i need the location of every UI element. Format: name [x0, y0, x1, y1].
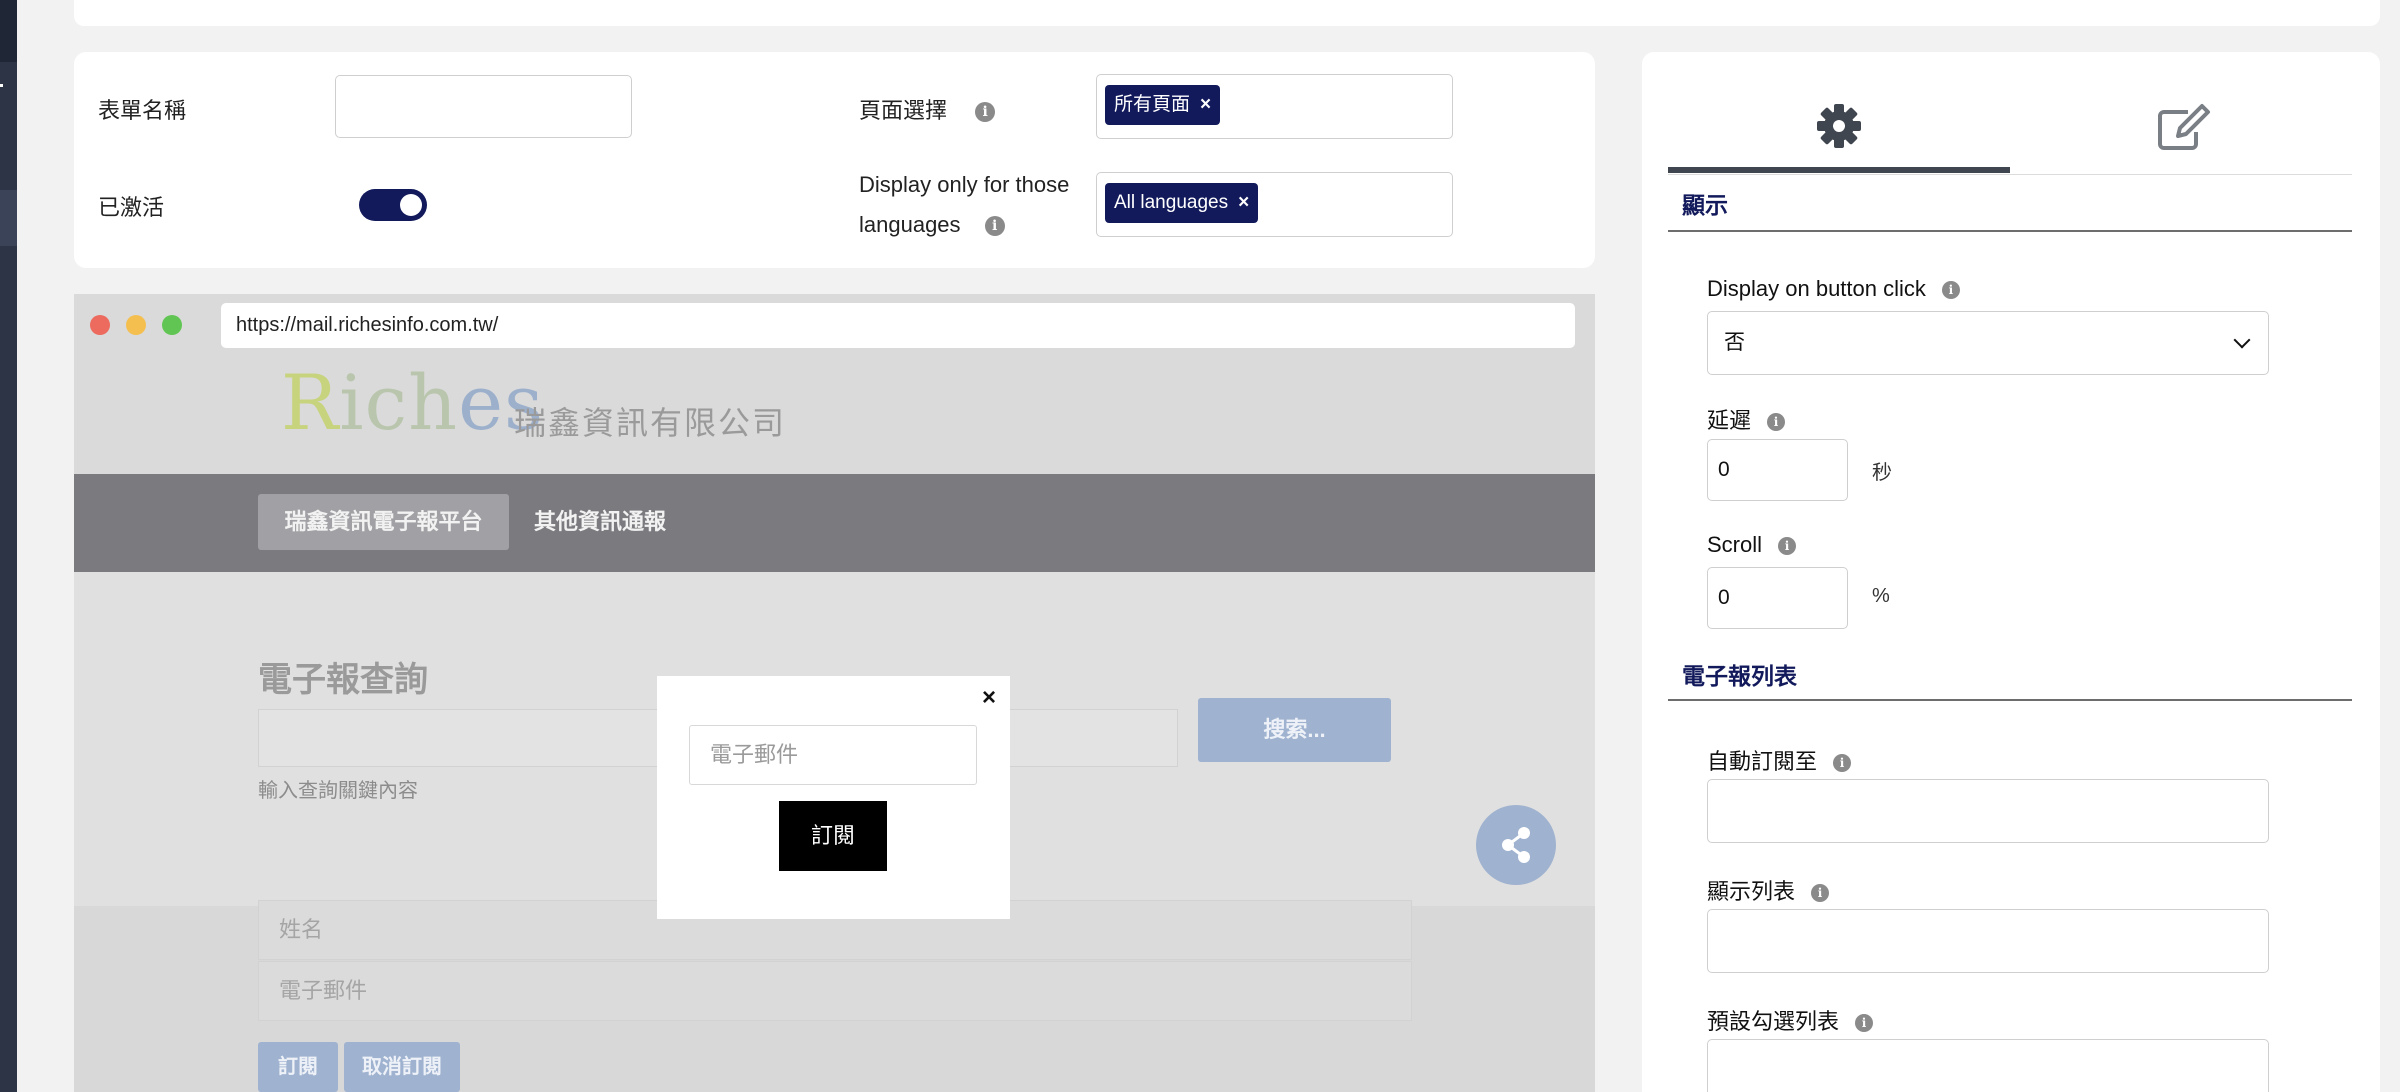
info-icon[interactable]: i — [1778, 537, 1797, 556]
show-list-input[interactable] — [1707, 909, 2269, 973]
scroll-input[interactable]: 0 — [1707, 567, 1848, 629]
page-tag: 所有頁面 × — [1105, 85, 1221, 125]
section-divider — [1668, 699, 2352, 701]
tab-settings[interactable] — [1668, 96, 2010, 168]
language-label-line2: languages — [859, 212, 961, 237]
language-label-line2-row: languages i — [859, 205, 1069, 245]
rail-active-item[interactable] — [0, 190, 17, 246]
nav-item-newsletter-platform[interactable]: 瑞鑫資訊電子報平台 — [258, 494, 509, 550]
auto-subscribe-label-text: 自動訂閱至 — [1707, 749, 1818, 774]
delay-label: 延遲 i — [1707, 403, 1786, 435]
info-icon[interactable]: i — [975, 102, 996, 123]
form-name-input[interactable] — [335, 75, 632, 138]
auto-subscribe-input[interactable] — [1707, 779, 2269, 843]
top-card — [74, 0, 2380, 26]
info-icon[interactable]: i — [1767, 413, 1786, 432]
site-logo: Riches — [281, 358, 544, 447]
settings-panel: 顯示 Display on button click i 否 延遲 i 0 秒 Sc… — [1642, 52, 2380, 1092]
toggle-knob — [400, 194, 422, 216]
delay-label-text: 延遲 — [1707, 408, 1752, 433]
rail-marker — [0, 84, 3, 87]
default-checked-label-text: 預設勾選列表 — [1707, 1009, 1840, 1034]
language-tag-label: All languages — [1114, 192, 1229, 213]
info-icon[interactable]: i — [984, 216, 1005, 237]
logo-r: R — [281, 358, 340, 447]
subscribe-popup: × 電子郵件 訂閱 — [657, 676, 1010, 919]
page-select-input[interactable]: 所有頁面 × — [1096, 74, 1453, 139]
info-icon[interactable]: i — [1941, 281, 1960, 300]
show-list-label: 顯示列表 i — [1707, 874, 1830, 906]
section-divider — [1668, 230, 2352, 232]
language-label: Display only for those languages i — [859, 165, 1069, 245]
site-email-input[interactable]: 電子郵件 — [258, 961, 1412, 1021]
button-click-label: Display on button click i — [1707, 276, 1960, 302]
browser-chrome: https://mail.richesinfo.com.tw/ — [74, 294, 1595, 358]
chevron-down-icon — [2233, 331, 2251, 349]
edit-icon — [2158, 104, 2210, 150]
default-checked-label: 預設勾選列表 i — [1707, 1004, 1874, 1036]
active-label: 已激活 — [98, 195, 165, 220]
info-icon[interactable]: i — [1833, 754, 1852, 773]
show-list-label-text: 顯示列表 — [1707, 879, 1796, 904]
page-tag-label: 所有頁面 — [1114, 94, 1191, 115]
site-header: Riches 瑞鑫資訊有限公司 — [74, 358, 1595, 474]
scroll-unit: % — [1872, 585, 1890, 607]
scroll-label-text: Scroll — [1707, 532, 1763, 557]
popup-email-input[interactable]: 電子郵件 — [689, 725, 977, 785]
tag-remove-icon[interactable]: × — [1200, 94, 1211, 115]
button-click-select[interactable]: 否 — [1707, 311, 2269, 375]
site-nav: 瑞鑫資訊電子報平台 其他資訊通報 — [74, 474, 1595, 572]
delay-input[interactable]: 0 — [1707, 439, 1848, 501]
info-icon[interactable]: i — [1811, 884, 1830, 903]
close-icon[interactable]: × — [982, 684, 996, 712]
site-subscribe-button[interactable]: 訂閱 — [258, 1042, 338, 1092]
popup-subscribe-button[interactable]: 訂閱 — [779, 801, 887, 871]
page-select-label: 頁面選擇 i — [859, 93, 996, 125]
form-settings-card: 表單名稱 已激活 頁面選擇 i 所有頁面 × Display only for t… — [74, 52, 1595, 268]
form-name-label: 表單名稱 — [98, 98, 187, 123]
tabs-divider — [1668, 174, 2352, 175]
page-select-label-text: 頁面選擇 — [859, 98, 948, 123]
left-sidebar-rail — [0, 0, 17, 1092]
site-unsubscribe-button[interactable]: 取消訂閱 — [344, 1042, 460, 1092]
display-heading: 顯示 — [1682, 192, 1728, 218]
default-checked-input[interactable] — [1707, 1039, 2269, 1092]
button-click-label-text: Display on button click — [1707, 276, 1926, 301]
section-title: 電子報查詢 — [258, 661, 428, 699]
language-select-input[interactable]: All languages × — [1096, 172, 1453, 237]
maximize-dot-icon — [162, 315, 182, 335]
tab-edit[interactable] — [2010, 96, 2352, 168]
search-hint: 輸入查詢關鍵內容 — [258, 780, 418, 802]
tag-remove-icon[interactable]: × — [1238, 192, 1249, 213]
auto-subscribe-label: 自動訂閱至 i — [1707, 744, 1852, 776]
language-tag: All languages × — [1105, 183, 1259, 223]
active-toggle[interactable] — [359, 189, 427, 221]
nav-item-other-news[interactable]: 其他資訊通報 — [534, 494, 666, 550]
site-search-button[interactable]: 搜索... — [1198, 698, 1391, 762]
button-click-value: 否 — [1724, 331, 1745, 354]
logo-ich: ich — [339, 358, 459, 447]
info-icon[interactable]: i — [1855, 1014, 1874, 1033]
company-name: 瑞鑫資訊有限公司 — [514, 405, 787, 441]
share-button[interactable] — [1476, 805, 1556, 885]
gear-icon — [1817, 104, 1861, 148]
minimize-dot-icon — [126, 315, 146, 335]
delay-unit: 秒 — [1872, 462, 1892, 484]
close-dot-icon — [90, 315, 110, 335]
rail-top-block — [0, 0, 17, 62]
url-bar[interactable]: https://mail.richesinfo.com.tw/ — [221, 303, 1575, 348]
newsletter-list-heading: 電子報列表 — [1682, 663, 1797, 689]
share-icon — [1502, 827, 1530, 863]
language-label-line1: Display only for those — [859, 172, 1070, 197]
active-tab-indicator — [1668, 167, 2010, 173]
scroll-label: Scroll i — [1707, 532, 1797, 558]
